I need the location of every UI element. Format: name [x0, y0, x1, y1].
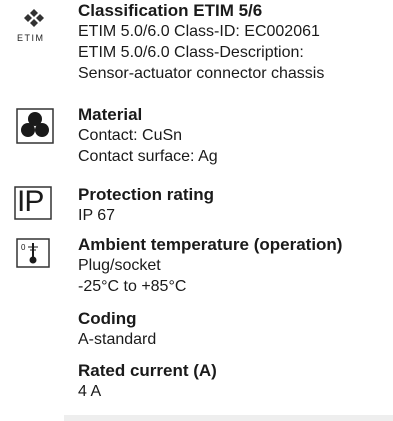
section-line: Contact surface: Ag	[78, 148, 218, 165]
section-title: Material	[78, 105, 143, 124]
section-line: 4 A	[78, 383, 102, 400]
section-title: Rated current (A)	[78, 361, 217, 380]
etim-logo-icon: ETIM	[14, 8, 54, 48]
etim-logo-text: ETIM	[17, 33, 45, 43]
ip-rating-text: IP	[17, 185, 44, 218]
section-line: Sensor-actuator connector chassis	[78, 65, 325, 82]
section-title: Protection rating	[78, 185, 215, 204]
section-line: ETIM 5.0/6.0 Class-ID: EC002061	[78, 23, 320, 40]
section-title: Classification ETIM 5/6	[78, 1, 263, 20]
section-line: Contact: CuSn	[78, 127, 183, 144]
section-line: Plug/socket	[78, 257, 161, 274]
thermometer-icon: 0	[16, 238, 56, 273]
footer-divider	[64, 415, 393, 421]
svg-text:0: 0	[21, 243, 26, 252]
section-line: A-standard	[78, 331, 157, 348]
section-line: IP 67	[78, 207, 116, 224]
section-title: Ambient temperature (operation)	[78, 235, 343, 254]
material-icon	[16, 108, 56, 149]
section-title: Coding	[78, 309, 137, 328]
section-line: ETIM 5.0/6.0 Class-Description:	[78, 44, 304, 61]
ip-rating-icon: IP	[14, 185, 54, 225]
section-line: -25°C to +85°C	[78, 278, 187, 295]
